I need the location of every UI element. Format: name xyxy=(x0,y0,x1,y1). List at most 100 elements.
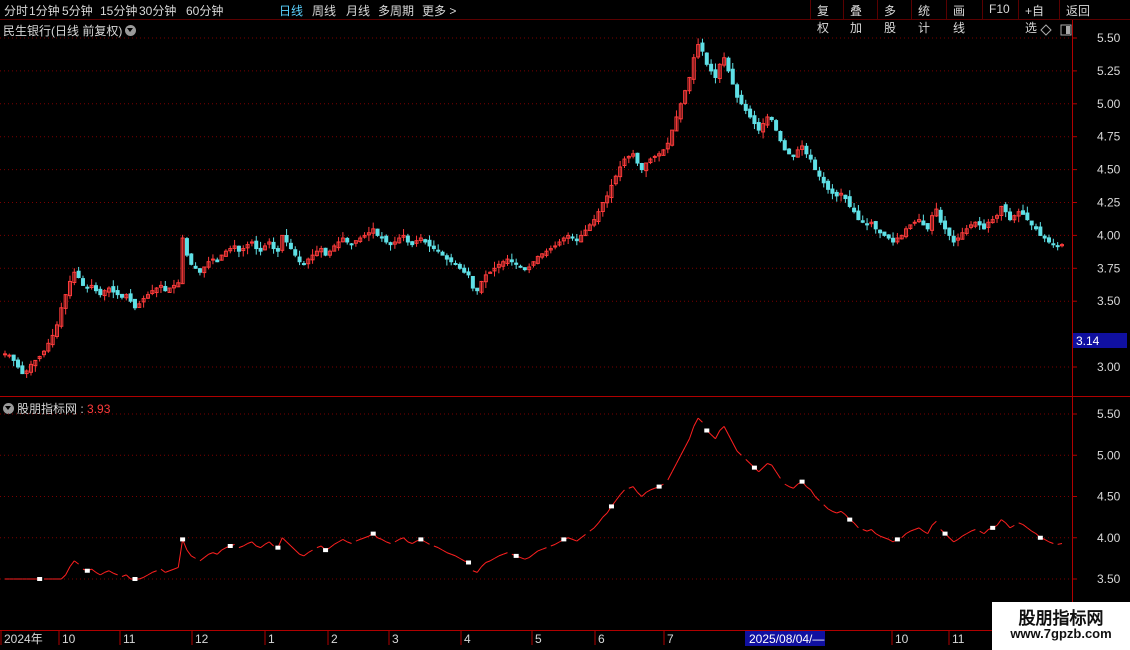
candle-body xyxy=(652,155,657,158)
indicator-line-segment xyxy=(424,541,430,545)
indicator-line-segment xyxy=(186,549,192,557)
candle-body xyxy=(210,258,215,261)
indicator-line-segment xyxy=(572,538,577,542)
indicator-line-segment xyxy=(104,570,110,573)
time-label: 4 xyxy=(464,632,471,646)
indicator-line-segment xyxy=(208,552,214,555)
indicator-line-segment xyxy=(394,538,400,543)
indicator-marker xyxy=(847,517,853,522)
candle-body xyxy=(85,286,90,289)
indicator-line-segment xyxy=(771,464,777,473)
indicator-line-segment xyxy=(628,486,634,489)
candle-body xyxy=(856,210,861,221)
candle-body xyxy=(132,298,137,309)
price-tick-label: 4.00 xyxy=(1097,228,1121,242)
candle-body xyxy=(1025,212,1030,221)
candle-body xyxy=(834,191,839,197)
indicator-line-segment xyxy=(165,570,170,573)
indicator-line-segment xyxy=(567,537,573,540)
candle-body xyxy=(518,265,523,268)
candle-body xyxy=(440,251,445,256)
kline-chart[interactable]: 5.50 5.25 5.00 4.75 4.50 4.25 4.00 3.75 3.50 3.00… xyxy=(0,0,1130,650)
indicator-line-segment xyxy=(481,562,487,567)
indicator-line-segment xyxy=(1009,524,1015,529)
candle-body xyxy=(423,239,428,243)
indicator-line-segment xyxy=(494,555,500,559)
indicator-marker xyxy=(37,577,43,581)
indicator-line-segment xyxy=(745,459,751,464)
candle-body xyxy=(730,68,735,85)
indicator-line-segment xyxy=(329,543,335,549)
indicator-marker xyxy=(323,548,329,553)
indicator-marker xyxy=(370,531,376,536)
indicator-line-segment xyxy=(853,522,859,529)
indicator-line-segment xyxy=(637,492,643,497)
indicator-line-segment xyxy=(91,568,97,573)
indicator-line-segment xyxy=(762,463,768,468)
indicator-line-segment xyxy=(69,560,75,567)
indicator-marker xyxy=(132,577,138,581)
candle-body xyxy=(1021,210,1026,215)
indicator-line-segment xyxy=(788,486,794,489)
candle-body xyxy=(128,293,133,302)
indicator-line-segment xyxy=(541,547,547,550)
indicator-line-segment xyxy=(303,552,309,557)
indicator-line-segment xyxy=(1057,543,1063,545)
indicator-line-segment xyxy=(723,426,729,435)
candle-body xyxy=(817,170,822,177)
indicator-line-segment xyxy=(65,566,71,576)
candle-body xyxy=(453,262,458,265)
indicator-line-segment xyxy=(983,529,989,534)
candle-body xyxy=(938,209,943,223)
watermark: 股朋指标网 www.7gpzb.com xyxy=(992,602,1130,650)
indicator-line-segment xyxy=(827,508,833,512)
indicator-line-segment xyxy=(290,545,296,551)
indicator-line-segment xyxy=(173,566,179,570)
indicator-line-segment xyxy=(767,463,772,466)
candle-body xyxy=(982,223,987,230)
candle-body xyxy=(1038,226,1043,236)
candle-body xyxy=(726,57,731,72)
indicator-line-segment xyxy=(632,486,638,493)
candle-body xyxy=(193,265,198,269)
indicator-line-segment xyxy=(840,510,846,516)
candle-body xyxy=(921,220,926,226)
candle-body xyxy=(873,221,878,230)
indicator-line-segment xyxy=(238,545,244,549)
cursor-date-label: 2025/08/04/— xyxy=(749,632,824,646)
indicator-line-segment xyxy=(216,549,222,555)
indicator-line-segment xyxy=(957,535,963,540)
candle-body xyxy=(349,243,354,246)
candle-body xyxy=(98,288,103,296)
indicator-line-segment xyxy=(524,557,530,560)
candle-body xyxy=(774,120,779,131)
indicator-line-segment xyxy=(169,568,175,572)
indicator-marker xyxy=(608,504,614,509)
price-tick-label: 4.75 xyxy=(1097,130,1121,144)
candle-body xyxy=(379,236,384,239)
indicator-line-segment xyxy=(152,570,157,573)
candle-body xyxy=(111,286,116,293)
candle-body xyxy=(852,207,857,213)
indicator-line-segment xyxy=(121,574,127,577)
indicator-line-segment xyxy=(676,455,682,464)
candle-body xyxy=(405,235,410,243)
time-label: 3 xyxy=(392,632,399,646)
indicator-line-segment xyxy=(537,548,543,552)
candle-body xyxy=(80,278,85,286)
indicator-line-segment xyxy=(1048,541,1054,544)
indicator-line-segment xyxy=(260,543,266,549)
indicator-line-segment xyxy=(199,557,205,562)
indicator-line-segment xyxy=(377,537,383,540)
indicator-line-segment xyxy=(264,541,270,545)
indicator-line-segment xyxy=(793,483,799,489)
indicator-line-segment xyxy=(108,570,114,574)
time-label: 11 xyxy=(123,632,136,646)
indicator-line-segment xyxy=(979,530,985,535)
price-tick-label: 5.50 xyxy=(1097,31,1121,45)
candle-body xyxy=(878,229,883,234)
indicator-line-segment xyxy=(823,504,829,510)
indicator-line-segment xyxy=(160,568,166,573)
candle-body xyxy=(410,241,415,246)
time-label: 2024年 xyxy=(4,632,43,646)
